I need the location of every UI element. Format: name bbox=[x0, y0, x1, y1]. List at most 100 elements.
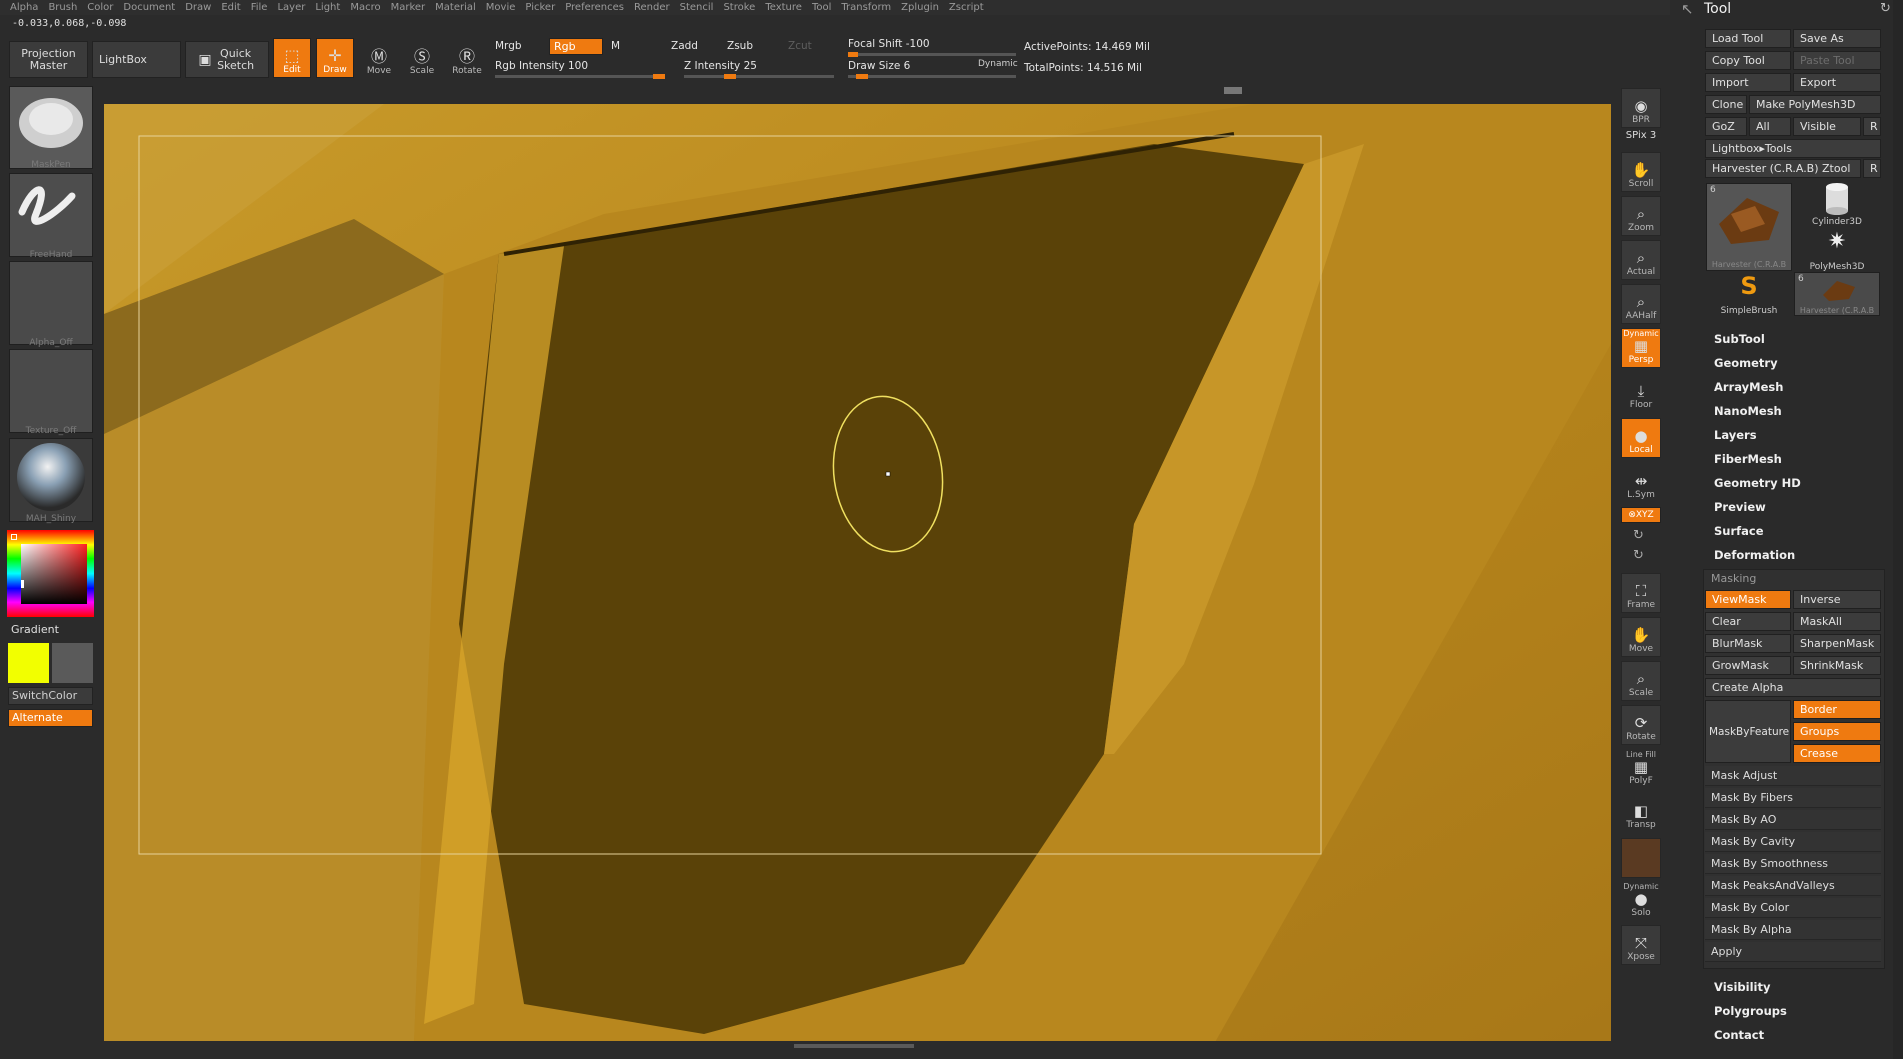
menu-item-stroke[interactable]: Stroke bbox=[723, 2, 755, 13]
tool-thumb-polymesh3d[interactable]: ✷ PolyMesh3D bbox=[1794, 228, 1880, 272]
mask-item-mask-peaksandvalleys[interactable]: Mask PeaksAndValleys bbox=[1705, 876, 1881, 896]
rotate-y-icon[interactable]: ↻ bbox=[1633, 528, 1644, 543]
rgb-intensity-slider[interactable] bbox=[495, 74, 665, 79]
solo-button[interactable]: Dynamic ● Solo bbox=[1621, 880, 1661, 920]
alternate-button[interactable]: Alternate bbox=[8, 709, 93, 727]
sharpenmask-button[interactable]: SharpenMask bbox=[1793, 634, 1881, 653]
palette-pin-icon[interactable]: ↖ bbox=[1681, 0, 1694, 18]
color-picker-hue-ring[interactable] bbox=[7, 530, 94, 617]
xpose-button[interactable]: ⤧ Xpose bbox=[1621, 925, 1661, 965]
goz-visible-button[interactable]: Visible bbox=[1793, 117, 1861, 136]
rgb-button[interactable]: Rgb bbox=[549, 38, 603, 55]
lightbox-button[interactable]: LightBox bbox=[92, 41, 181, 78]
mask-item-mask-by-ao[interactable]: Mask By AO bbox=[1705, 810, 1881, 830]
border-toggle[interactable]: Border bbox=[1793, 700, 1881, 719]
goz-button[interactable]: GoZ bbox=[1705, 117, 1747, 136]
lsym-button[interactable]: ⇹ L.Sym bbox=[1621, 462, 1661, 502]
mrgb-button[interactable]: Mrgb bbox=[495, 40, 522, 52]
move-view-button[interactable]: ✋ Move bbox=[1621, 617, 1661, 657]
bpr-button[interactable]: ◉ BPR bbox=[1621, 88, 1661, 128]
menu-item-marker[interactable]: Marker bbox=[391, 2, 426, 13]
alpha-thumbnail[interactable] bbox=[9, 261, 93, 345]
menu-item-draw[interactable]: Draw bbox=[185, 2, 211, 13]
menu-item-transform[interactable]: Transform bbox=[841, 2, 891, 13]
section-subtool[interactable]: SubTool bbox=[1714, 332, 1765, 346]
rotate-mode-button[interactable]: Ⓡ Rotate bbox=[448, 38, 486, 78]
menu-item-zscript[interactable]: Zscript bbox=[949, 2, 984, 13]
toolbar-scroll-handle[interactable] bbox=[1224, 87, 1242, 94]
menu-item-movie[interactable]: Movie bbox=[486, 2, 516, 13]
zoom-button[interactable]: ⌕ Zoom bbox=[1621, 196, 1661, 236]
load-tool-button[interactable]: Load Tool bbox=[1705, 29, 1791, 48]
section-polygroups[interactable]: Polygroups bbox=[1714, 1004, 1787, 1018]
mask-item-mask-by-fibers[interactable]: Mask By Fibers bbox=[1705, 788, 1881, 808]
menu-item-stencil[interactable]: Stencil bbox=[680, 2, 714, 13]
clone-button[interactable]: Clone bbox=[1705, 95, 1747, 114]
import-button[interactable]: Import bbox=[1705, 73, 1791, 92]
3d-viewport-canvas[interactable] bbox=[104, 104, 1611, 1041]
actual-button[interactable]: ⌕ Actual bbox=[1621, 240, 1661, 280]
copy-tool-button[interactable]: Copy Tool bbox=[1705, 51, 1791, 70]
focal-shift-slider[interactable] bbox=[848, 52, 1016, 57]
current-tool-slider[interactable]: Harvester (C.R.A.B) Ztool bbox=[1705, 159, 1861, 178]
transp-button[interactable]: ◧ Transp bbox=[1621, 792, 1661, 832]
shrinkmask-button[interactable]: ShrinkMask bbox=[1793, 656, 1881, 675]
z-intensity-slider[interactable] bbox=[684, 74, 834, 79]
polyf-button[interactable]: Line Fill ▦ PolyF bbox=[1621, 748, 1661, 788]
stroke-thumbnail-freehand[interactable] bbox=[9, 173, 93, 257]
menu-item-document[interactable]: Document bbox=[123, 2, 175, 13]
inverse-button[interactable]: Inverse bbox=[1793, 590, 1881, 609]
menu-item-brush[interactable]: Brush bbox=[48, 2, 77, 13]
menu-item-edit[interactable]: Edit bbox=[221, 2, 240, 13]
switch-color-button[interactable]: SwitchColor bbox=[8, 687, 93, 705]
xyz-symmetry-button[interactable]: ⊗XYZ bbox=[1621, 507, 1661, 523]
menu-item-color[interactable]: Color bbox=[87, 2, 113, 13]
primary-color-swatch[interactable] bbox=[8, 643, 49, 683]
section-arraymesh[interactable]: ArrayMesh bbox=[1714, 380, 1783, 394]
quick-sketch-button[interactable]: ▣ Quick Sketch bbox=[185, 41, 269, 78]
m-button[interactable]: M bbox=[611, 40, 620, 52]
growmask-button[interactable]: GrowMask bbox=[1705, 656, 1791, 675]
clear-mask-button[interactable]: Clear bbox=[1705, 612, 1791, 631]
menu-item-light[interactable]: Light bbox=[315, 2, 340, 13]
save-as-button[interactable]: Save As bbox=[1793, 29, 1881, 48]
aahalf-button[interactable]: ⌕ AAHalf bbox=[1621, 284, 1661, 324]
section-deformation[interactable]: Deformation bbox=[1714, 548, 1795, 562]
draw-size-slider[interactable] bbox=[848, 74, 1016, 79]
zadd-button[interactable]: Zadd bbox=[671, 40, 698, 52]
masking-header[interactable]: Masking bbox=[1711, 572, 1756, 585]
make-polymesh-button[interactable]: Make PolyMesh3D bbox=[1749, 95, 1881, 114]
brush-thumbnail-maskpen[interactable] bbox=[9, 86, 93, 169]
menu-item-tool[interactable]: Tool bbox=[812, 2, 831, 13]
section-preview[interactable]: Preview bbox=[1714, 500, 1766, 514]
menu-item-macro[interactable]: Macro bbox=[350, 2, 380, 13]
menu-item-file[interactable]: File bbox=[251, 2, 268, 13]
menu-item-render[interactable]: Render bbox=[634, 2, 670, 13]
blurmask-button[interactable]: BlurMask bbox=[1705, 634, 1791, 653]
section-layers[interactable]: Layers bbox=[1714, 428, 1757, 442]
material-thumbnail[interactable] bbox=[9, 438, 93, 522]
mask-item-apply[interactable]: Apply bbox=[1705, 942, 1881, 962]
color-picker-square[interactable] bbox=[21, 544, 87, 604]
section-surface[interactable]: Surface bbox=[1714, 524, 1764, 538]
draw-mode-button[interactable]: ✛ Draw bbox=[316, 38, 354, 78]
section-fibermesh[interactable]: FiberMesh bbox=[1714, 452, 1782, 466]
rotate-view-button[interactable]: ⟳ Rotate bbox=[1621, 705, 1661, 745]
edit-mode-button[interactable]: ⬚ Edit bbox=[273, 38, 311, 78]
tool-thumb-harvester[interactable]: 6 Harvester (C.R.A.B bbox=[1706, 183, 1792, 271]
viewport-bottom-handle[interactable] bbox=[794, 1044, 914, 1048]
lightbox-tools-button[interactable]: Lightbox▸Tools bbox=[1705, 139, 1881, 158]
section-geometry-hd[interactable]: Geometry HD bbox=[1714, 476, 1801, 490]
mask-item-mask-by-smoothness[interactable]: Mask By Smoothness bbox=[1705, 854, 1881, 874]
mask-item-mask-by-color[interactable]: Mask By Color bbox=[1705, 898, 1881, 918]
current-tool-r-button[interactable]: R bbox=[1863, 159, 1881, 178]
export-button[interactable]: Export bbox=[1793, 73, 1881, 92]
menu-item-material[interactable]: Material bbox=[435, 2, 476, 13]
scale-mode-button[interactable]: Ⓢ Scale bbox=[403, 38, 441, 78]
scale-view-button[interactable]: ⌕ Scale bbox=[1621, 661, 1661, 701]
maskbyfeature-button[interactable]: MaskByFeature bbox=[1705, 700, 1791, 763]
menu-item-picker[interactable]: Picker bbox=[525, 2, 555, 13]
rotate-z-icon[interactable]: ↻ bbox=[1633, 548, 1644, 563]
tool-thumb-harvester-2[interactable]: 6 Harvester (C.R.A.B bbox=[1794, 272, 1880, 316]
projection-master-button[interactable]: Projection Master bbox=[9, 41, 88, 78]
